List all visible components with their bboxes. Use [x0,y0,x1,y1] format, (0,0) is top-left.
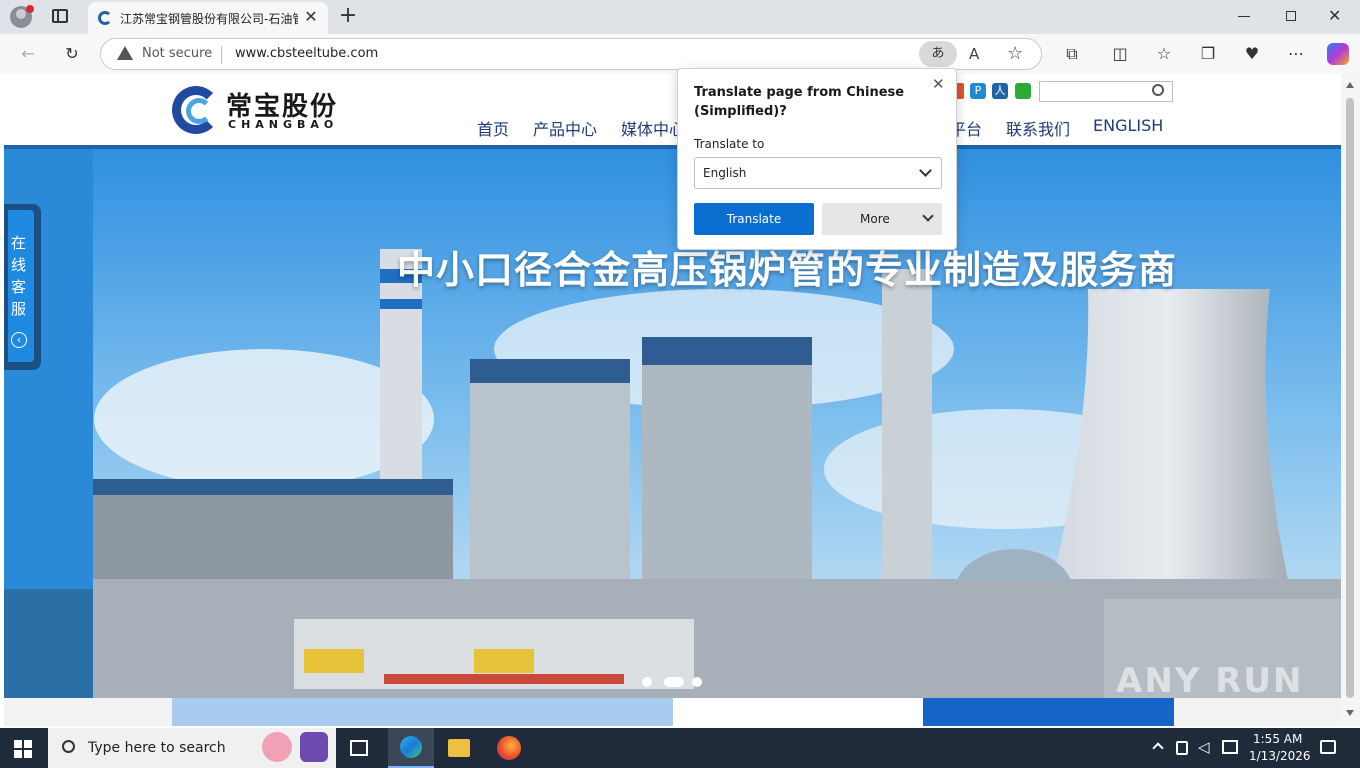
site-logo[interactable]: 常宝股份 CHANGBAO [172,84,362,136]
hero-image [4,149,1341,698]
wechat-icon[interactable] [1015,83,1031,99]
scroll-thumb[interactable] [1346,98,1354,698]
nav-media[interactable]: 媒体中心 [621,116,685,140]
popup-heading-line1: Translate page from Chinese [694,85,905,100]
notifications-icon[interactable] [1320,740,1336,754]
taskbar-search-box[interactable]: Type here to search [48,728,336,768]
browser-essentials-icon[interactable]: ♥ [1240,44,1264,64]
copilot-icon[interactable] [1327,43,1349,65]
nav-products[interactable]: 产品中心 [533,116,597,140]
minimize-icon[interactable] [1238,16,1250,17]
close-popup-icon[interactable]: ✕ [932,75,945,93]
nav-home[interactable]: 首页 [477,116,509,140]
scroll-up-arrow[interactable] [1346,82,1354,88]
favorite-star-icon[interactable]: ☆ [1007,43,1023,64]
warning-icon[interactable] [117,46,133,60]
address-divider [221,46,222,64]
extensions-icon[interactable]: ⧉ [1060,44,1084,64]
slide-dot-1[interactable] [642,677,652,687]
popup-heading-line2: (Simplified)? [694,104,787,119]
language-select-value: English [703,166,747,180]
service-char-4: 服 [11,300,27,318]
firefox-icon[interactable] [497,736,521,760]
network-icon[interactable] [1222,740,1238,754]
refresh-icon[interactable]: ↻ [60,44,84,64]
windows-start-icon[interactable] [14,740,32,758]
content-strip [4,698,1341,726]
clock-time[interactable]: 1:55 AM [1253,732,1302,746]
close-window-icon[interactable]: ✕ [1328,6,1341,25]
windows-taskbar: Type here to search ◁ 1:55 AM 1/13/2026 [0,728,1360,768]
strip-block-3 [923,698,1174,726]
tray-device-icon[interactable] [1176,741,1188,755]
more-button-label: More [860,212,890,226]
service-char-2: 线 [11,256,27,274]
site-header: 常宝股份 CHANGBAO P 人 首页 产品中心 媒体中心 平台 联系我们 E… [4,74,1341,146]
restore-icon[interactable] [1286,11,1296,21]
slide-dot-2[interactable] [664,677,684,687]
translate-popup: Translate page from Chinese (Simplified)… [677,68,957,250]
clock-date[interactable]: 1/13/2026 [1249,749,1311,763]
translate-indicator-icon[interactable]: あ [919,41,957,67]
language-select[interactable]: English [694,157,942,189]
search-hat-icon [300,732,328,762]
web-page: 常宝股份 CHANGBAO P 人 首页 产品中心 媒体中心 平台 联系我们 E… [4,74,1341,726]
a-social-icon[interactable]: 人 [992,83,1008,99]
read-aloud-icon[interactable]: A [969,45,979,63]
translate-button[interactable]: Translate [694,203,814,235]
watermark: ANY RUN [1116,661,1304,698]
url-text[interactable]: www.cbsteeltube.com [235,46,378,61]
translate-to-label: Translate to [694,137,765,151]
online-service-tab[interactable]: 在 线 客 服 ‹ [4,204,41,370]
tray-chevron-up-icon[interactable] [1152,742,1164,754]
strip-block-2 [673,698,923,726]
close-tab-icon[interactable]: ✕ [302,8,320,26]
nav-english[interactable]: ENGLISH [1093,116,1163,135]
browser-tab-bar: 江苏常宝钢管股份有限公司-石油管 ✕ + ✕ [0,0,1360,34]
favorites-icon[interactable]: ☆ [1152,44,1176,64]
task-view-icon[interactable] [350,740,368,756]
more-chevron-icon [922,210,934,222]
nav-contact[interactable]: 联系我们 [1006,116,1070,140]
p-social-icon[interactable]: P [970,83,986,99]
more-options-icon[interactable]: ⋯ [1284,44,1308,64]
search-icon[interactable] [1152,84,1164,96]
taskbar-search-placeholder: Type here to search [88,740,226,756]
profile-icon[interactable] [10,5,34,28]
back-icon[interactable]: ← [16,44,40,64]
strip-block-1 [172,698,673,726]
security-label[interactable]: Not secure [142,46,212,61]
logo-en-text: CHANGBAO [228,118,339,131]
edge-taskbar-icon[interactable] [388,728,434,768]
file-explorer-icon[interactable] [448,739,470,757]
taskbar-search-icon [62,740,75,753]
page-scrollbar[interactable] [1341,74,1360,726]
scroll-down-arrow[interactable] [1346,710,1354,716]
tab-title: 江苏常宝钢管股份有限公司-石油管 [120,12,298,26]
active-tab[interactable]: 江苏常宝钢管股份有限公司-石油管 ✕ [88,2,328,34]
site-favicon-icon [98,11,112,25]
chevron-left-icon[interactable]: ‹ [11,332,27,348]
address-bar[interactable]: Not secure www.cbsteeltube.com あ A ☆ [100,38,1042,70]
logo-mark-inner [186,98,212,124]
split-screen-icon[interactable]: ◫ [1108,44,1132,64]
slide-dot-3[interactable] [692,677,702,687]
hero-banner[interactable]: 中小口径合金高压锅炉管的专业制造及服务商 ANY RUN [4,149,1341,698]
service-char-3: 客 [11,278,27,296]
tab-actions-icon[interactable] [52,9,68,23]
chevron-down-icon [919,164,932,177]
more-button[interactable]: More [822,203,942,235]
search-highlight-icon [262,732,292,762]
volume-icon[interactable]: ◁ [1198,738,1210,756]
new-tab-button[interactable]: + [338,3,358,28]
service-char-1: 在 [11,234,27,252]
collections-icon[interactable]: ❐ [1196,44,1220,64]
site-search-input[interactable] [1039,81,1173,102]
